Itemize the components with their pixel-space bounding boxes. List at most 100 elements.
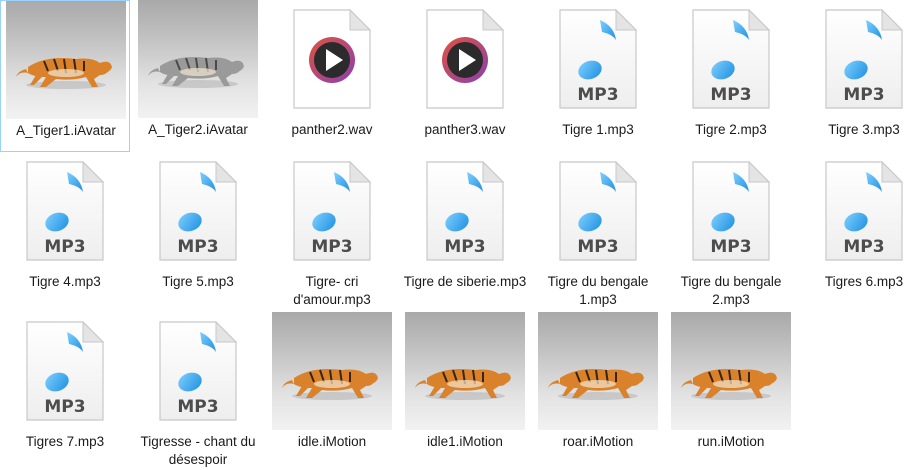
tiger-thumbnail	[538, 312, 658, 430]
file-item[interactable]: MP3 Tigres 7.mp3	[0, 312, 130, 464]
file-grid: A_Tiger1.iAvatar A_Tiger2.iAvatar panthe…	[0, 0, 907, 470]
file-name-label: Tigres 6.mp3	[824, 274, 904, 289]
file-thumbnail	[671, 312, 791, 430]
wav-file-icon	[290, 6, 374, 112]
file-name-label: run.iMotion	[697, 434, 765, 449]
file-thumbnail	[6, 1, 126, 119]
file-name-label: Tigre 2.mp3	[695, 122, 767, 137]
file-thumbnail	[272, 312, 392, 430]
mp3-document-icon: MP3	[26, 160, 105, 261]
file-thumbnail	[405, 0, 525, 118]
svg-text:MP3: MP3	[710, 85, 751, 105]
mp3-file-icon: MP3	[156, 158, 240, 264]
mp3-document-icon: MP3	[426, 160, 505, 261]
mp3-document-icon: MP3	[692, 8, 771, 109]
file-name-label: panther2.wav	[291, 122, 373, 137]
file-item[interactable]: MP3 Tigre de siberie.mp3	[400, 152, 530, 304]
svg-text:MP3: MP3	[843, 237, 884, 257]
file-item[interactable]: panther2.wav	[267, 0, 397, 152]
file-item[interactable]: MP3 Tigre 4.mp3	[0, 152, 130, 304]
file-item[interactable]: A_Tiger1.iAvatar	[0, 0, 130, 152]
mp3-file-icon: MP3	[156, 318, 240, 424]
file-item[interactable]: run.iMotion	[666, 312, 796, 464]
tiger-icon	[148, 57, 244, 88]
file-thumbnail: MP3	[138, 152, 258, 270]
media-player-icon	[293, 8, 372, 109]
mp3-document-icon: MP3	[293, 160, 372, 261]
file-thumbnail: MP3	[272, 152, 392, 270]
file-thumbnail: MP3	[671, 152, 791, 270]
file-item[interactable]: idle1.iMotion	[400, 312, 530, 464]
tiger-icon	[282, 369, 378, 400]
mp3-document-icon: MP3	[159, 160, 238, 261]
file-thumbnail: MP3	[5, 152, 125, 270]
svg-text:MP3: MP3	[444, 237, 485, 257]
file-item[interactable]: panther3.wav	[400, 0, 530, 152]
tiger-thumbnail	[6, 1, 126, 119]
tiger-thumbnail	[138, 0, 258, 118]
mp3-file-icon: MP3	[23, 318, 107, 424]
tiger-thumbnail	[405, 312, 525, 430]
mp3-document-icon: MP3	[825, 8, 904, 109]
tiger-icon	[548, 369, 644, 400]
file-name-label: roar.iMotion	[562, 434, 634, 449]
svg-text:MP3: MP3	[44, 397, 85, 417]
file-item[interactable]: A_Tiger2.iAvatar	[133, 0, 263, 152]
file-name-label: Tigre 3.mp3	[828, 122, 900, 137]
file-thumbnail	[405, 312, 525, 430]
file-item[interactable]: MP3 Tigre 3.mp3	[799, 0, 907, 152]
file-name-label: Tigre 5.mp3	[162, 274, 234, 289]
file-name-label: Tigre du bengale 2.mp3	[680, 274, 782, 307]
mp3-document-icon: MP3	[825, 160, 904, 261]
file-name-label: Tigresse - chant du désespoir	[140, 434, 256, 467]
file-item[interactable]: MP3 Tigre 2.mp3	[666, 0, 796, 152]
file-thumbnail: MP3	[538, 0, 658, 118]
mp3-file-icon: MP3	[822, 158, 906, 264]
file-thumbnail: MP3	[405, 152, 525, 270]
file-name-label: panther3.wav	[424, 122, 506, 137]
file-name-label: Tigre 4.mp3	[29, 274, 101, 289]
file-thumbnail: MP3	[804, 152, 907, 270]
svg-text:MP3: MP3	[577, 237, 618, 257]
file-thumbnail: MP3	[138, 312, 258, 430]
file-item[interactable]: MP3 Tigresse - chant du désespoir	[133, 312, 263, 467]
svg-text:MP3: MP3	[710, 237, 751, 257]
file-thumbnail	[138, 0, 258, 118]
file-thumbnail	[538, 312, 658, 430]
file-name-label: idle1.iMotion	[427, 434, 503, 449]
mp3-document-icon: MP3	[559, 160, 638, 261]
mp3-file-icon: MP3	[689, 6, 773, 112]
file-thumbnail: MP3	[804, 0, 907, 118]
file-item[interactable]: MP3 Tigre- cri d'amour.mp3	[267, 152, 397, 307]
mp3-document-icon: MP3	[692, 160, 771, 261]
file-item[interactable]: MP3 Tigre 5.mp3	[133, 152, 263, 304]
file-thumbnail: MP3	[5, 312, 125, 430]
file-item[interactable]: idle.iMotion	[267, 312, 397, 464]
svg-text:MP3: MP3	[577, 85, 618, 105]
svg-text:MP3: MP3	[44, 237, 85, 257]
tiger-icon	[681, 369, 777, 400]
file-thumbnail: MP3	[538, 152, 658, 270]
svg-text:MP3: MP3	[177, 397, 218, 417]
wav-file-icon	[423, 6, 507, 112]
file-name-label: A_Tiger1.iAvatar	[16, 123, 116, 138]
file-name-label: Tigre de siberie.mp3	[403, 274, 527, 289]
file-item[interactable]: MP3 Tigre 1.mp3	[533, 0, 663, 152]
tiger-icon	[16, 58, 112, 89]
file-thumbnail	[272, 0, 392, 118]
tiger-thumbnail	[272, 312, 392, 430]
file-item[interactable]: MP3 Tigres 6.mp3	[799, 152, 907, 304]
file-item[interactable]: MP3 Tigre du bengale 2.mp3	[666, 152, 796, 307]
file-name-label: Tigre- cri d'amour.mp3	[293, 274, 371, 307]
mp3-file-icon: MP3	[556, 6, 640, 112]
file-item[interactable]: MP3 Tigre du bengale 1.mp3	[533, 152, 663, 307]
file-item[interactable]: roar.iMotion	[533, 312, 663, 464]
file-name-label: Tigres 7.mp3	[25, 434, 105, 449]
mp3-file-icon: MP3	[556, 158, 640, 264]
mp3-file-icon: MP3	[423, 158, 507, 264]
mp3-document-icon: MP3	[559, 8, 638, 109]
file-name-label: idle.iMotion	[297, 434, 367, 449]
file-name-label: A_Tiger2.iAvatar	[148, 122, 248, 137]
mp3-file-icon: MP3	[23, 158, 107, 264]
file-name-label: Tigre du bengale 1.mp3	[547, 274, 649, 307]
